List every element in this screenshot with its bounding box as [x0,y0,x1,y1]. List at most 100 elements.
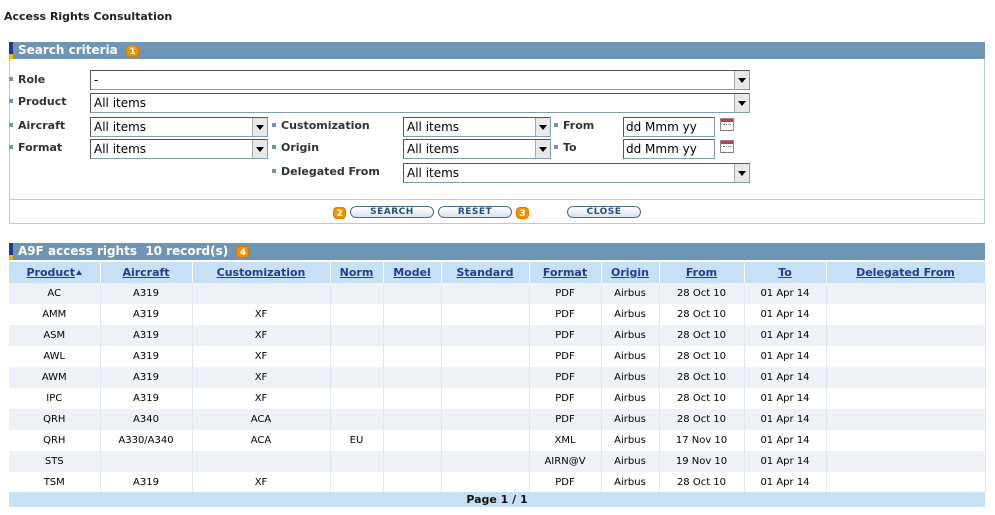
sort-ascending-icon [76,269,83,275]
close-button[interactable]: CLOSE [567,206,641,218]
table-row[interactable]: STS AIRN@V Airbus 19 Nov 10 01 Apr 14 [9,451,986,472]
chevron-down-icon[interactable] [535,118,550,136]
chevron-down-icon[interactable] [734,71,749,89]
chevron-down-icon[interactable] [252,118,267,136]
customization-value: All items [407,120,460,134]
column-header-aircraft[interactable]: Aircraft [100,262,193,283]
table-row[interactable]: QRH A340 ACA PDF Airbus 28 Oct 10 01 Apr 14 [9,409,986,430]
search-criteria-title: Search criteria [18,43,118,57]
table-cell [330,283,384,304]
column-header-to[interactable]: To [744,262,827,283]
pager: Page 1 / 1 [9,492,985,507]
search-button[interactable]: SEARCH [350,206,434,218]
table-row[interactable]: AC A319 PDF Airbus 28 Oct 10 01 Apr 14 [9,283,986,304]
column-header-model[interactable]: Model [383,262,442,283]
table-row[interactable]: TSM A319 XF PDF Airbus 28 Oct 10 01 Apr 14 [9,472,986,493]
table-cell [330,367,384,388]
results-title: A9F access rights 10 record(s) [18,244,229,258]
header-marker [9,42,13,54]
table-cell [826,325,986,346]
chevron-down-icon[interactable] [734,164,749,182]
table-cell [826,283,986,304]
table-row[interactable]: QRH A330/A340 ACA EU XML Airbus 17 Nov 10 01 Ap… [9,430,986,451]
table-row[interactable]: ASM A319 XF PDF Airbus 28 Oct 10 01 Apr 14 [9,325,986,346]
column-header-customization[interactable]: Customization [192,262,331,283]
table-cell: 17 Nov 10 [659,430,745,451]
calendar-icon[interactable] [720,118,734,131]
table-cell: Airbus [601,409,660,430]
table-header-row: Product Aircraft Customization Norm Mode… [9,262,986,283]
from-date-input[interactable]: dd Mmm yy [623,117,715,137]
table-cell [383,304,442,325]
aircraft-select[interactable]: All items [90,117,268,137]
table-body: AC A319 PDF Airbus 28 Oct 10 01 Apr 14 AMM A319… [9,283,986,493]
table-cell: Airbus [601,367,660,388]
table-cell [441,409,530,430]
table-cell: A319 [100,472,193,493]
table-cell: EU [330,430,384,451]
customization-select[interactable]: All items [403,117,551,137]
column-header-norm[interactable]: Norm [330,262,384,283]
origin-label: Origin [272,141,319,154]
origin-value: All items [407,142,460,156]
delegated-from-select[interactable]: All items [403,163,750,183]
table-cell [826,409,986,430]
table-cell [441,304,530,325]
table-cell: AWM [9,367,101,388]
table-cell: Airbus [601,325,660,346]
table-cell: 01 Apr 14 [744,346,827,367]
column-header-from[interactable]: From [659,262,745,283]
table-row[interactable]: AWM A319 XF PDF Airbus 28 Oct 10 01 Apr 14 [9,367,986,388]
help-badge-4[interactable]: 4 [236,245,250,258]
table-cell: QRH [9,409,101,430]
help-badge-3-wrap: 3 [516,206,529,219]
table-row[interactable]: IPC A319 XF PDF Airbus 28 Oct 10 01 Apr 14 [9,388,986,409]
table-cell [330,409,384,430]
table-row[interactable]: AWL A319 XF PDF Airbus 28 Oct 10 01 Apr 14 [9,346,986,367]
table-cell: 01 Apr 14 [744,325,827,346]
table-cell: ASM [9,325,101,346]
origin-select[interactable]: All items [403,139,551,159]
table-cell: 28 Oct 10 [659,325,745,346]
table-cell [192,283,331,304]
format-select[interactable]: All items [90,139,268,159]
table-cell: PDF [529,409,602,430]
table-cell [383,409,442,430]
table-cell: 01 Apr 14 [744,451,827,472]
to-date-input[interactable]: dd Mmm yy [623,139,715,159]
table-cell: 01 Apr 14 [744,367,827,388]
column-header-format[interactable]: Format [529,262,602,283]
table-cell: A330/A340 [100,430,193,451]
help-badge-3[interactable]: 3 [516,207,529,219]
reset-button[interactable]: RESET [438,206,512,218]
table-cell [330,346,384,367]
column-header-delegated-from[interactable]: Delegated From [826,262,986,283]
calendar-icon[interactable] [720,140,734,153]
search-criteria-header: Search criteria 1 [9,42,985,59]
table-cell [441,388,530,409]
column-header-product[interactable]: Product [9,262,101,283]
table-cell: 19 Nov 10 [659,451,745,472]
table-cell: 28 Oct 10 [659,472,745,493]
table-cell: 28 Oct 10 [659,409,745,430]
table-cell [383,283,442,304]
product-label: Product [9,95,67,108]
help-badge-2[interactable]: 2 [333,207,346,219]
role-select[interactable]: - [90,70,750,90]
product-value: All items [94,96,147,110]
delegated-from-value: All items [407,166,460,180]
column-header-origin[interactable]: Origin [601,262,660,283]
table-cell [826,430,986,451]
table-cell: 28 Oct 10 [659,346,745,367]
aircraft-label: Aircraft [9,119,65,132]
table-cell [441,430,530,451]
column-header-standard[interactable]: Standard [441,262,530,283]
chevron-down-icon[interactable] [734,94,749,112]
table-cell: PDF [529,283,602,304]
table-row[interactable]: AMM A319 XF PDF Airbus 28 Oct 10 01 Apr 14 [9,304,986,325]
help-badge-1[interactable]: 1 [125,44,139,57]
table-cell: XF [192,367,331,388]
chevron-down-icon[interactable] [535,140,550,158]
product-select[interactable]: All items [90,93,750,113]
chevron-down-icon[interactable] [252,140,267,158]
